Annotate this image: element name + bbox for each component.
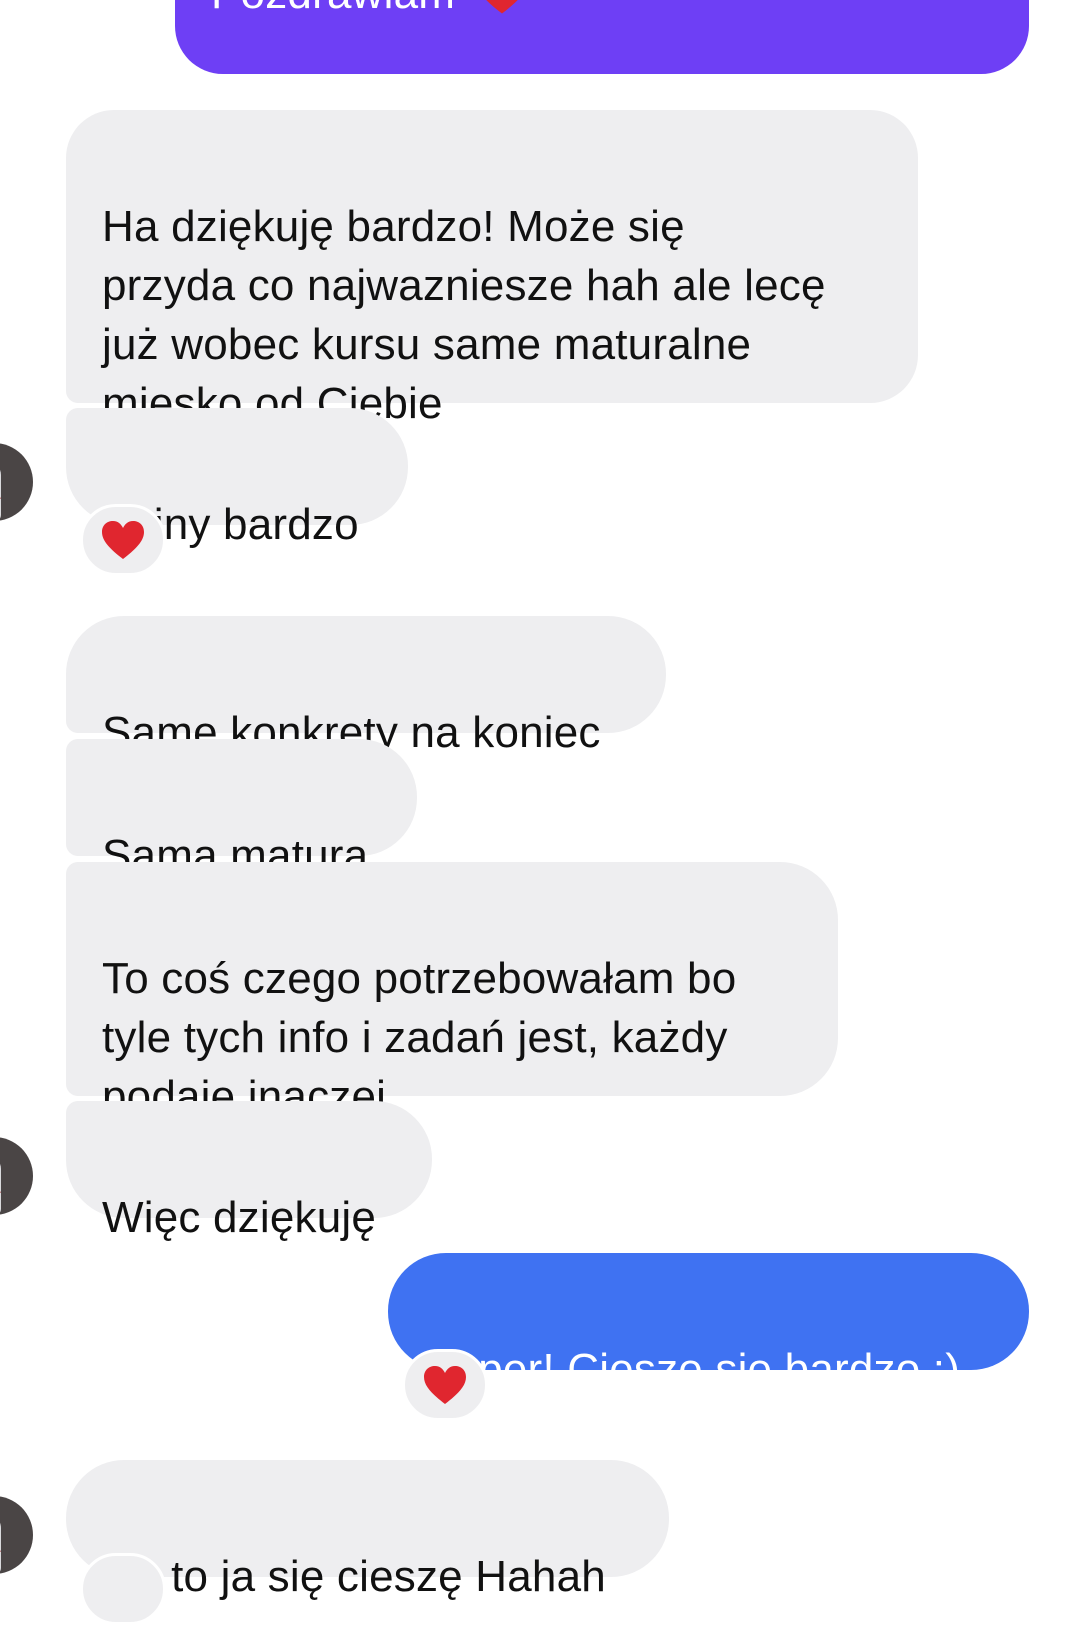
message-bubble-incoming[interactable]: Same konkrety na koniec [66, 616, 666, 757]
user-avatar[interactable] [0, 1496, 33, 1574]
message-bubble-incoming[interactable]: To coś czego potrzebowałam bo tyle tych … [66, 862, 838, 1121]
message-text: Ha dziękuję bardzo! Może się przyda co n… [102, 202, 826, 428]
reaction-badge[interactable] [80, 504, 166, 576]
message-text: Super! Cieszę się bardzo :) [424, 1345, 961, 1394]
message-bubble-outgoing[interactable]: Super! Cieszę się bardzo :) [388, 1253, 1029, 1394]
reaction-badge[interactable] [80, 1553, 166, 1625]
red-heart-emoji-icon [476, 0, 529, 14]
message-text: Pozdrawiam [211, 0, 455, 23]
message-text: No to ja się cieszę Hahah [102, 1552, 606, 1601]
red-heart-icon [102, 521, 144, 559]
message-bubble-incoming[interactable]: Sama matura [66, 739, 417, 880]
red-heart-icon [424, 1366, 466, 1404]
message-bubble-incoming[interactable]: Więc dziękuję [66, 1101, 432, 1242]
message-bubble-incoming[interactable]: Ha dziękuję bardzo! Może się przyda co n… [66, 110, 918, 428]
message-bubble-outgoing[interactable]: Pozdrawiam [175, 0, 1029, 74]
reaction-badge[interactable] [402, 1349, 488, 1421]
user-avatar[interactable] [0, 1137, 33, 1215]
message-text: Więc dziękuję [102, 1193, 377, 1242]
user-avatar[interactable] [0, 443, 33, 521]
message-bubble-incoming[interactable]: No to ja się cieszę Hahah [66, 1460, 669, 1601]
message-text: To coś czego potrzebowałam bo tyle tych … [102, 954, 737, 1121]
